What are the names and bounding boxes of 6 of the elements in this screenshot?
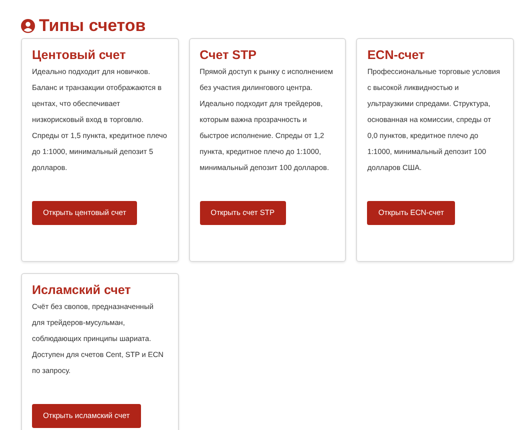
section-heading: Типы счетов	[39, 16, 146, 36]
card-title: Счет STP	[200, 48, 258, 63]
user-icon	[21, 19, 35, 33]
card-title: Центовый счет	[32, 48, 127, 63]
card-title: Исламский счет	[32, 283, 132, 298]
card-title: ECN-счет	[367, 48, 426, 63]
